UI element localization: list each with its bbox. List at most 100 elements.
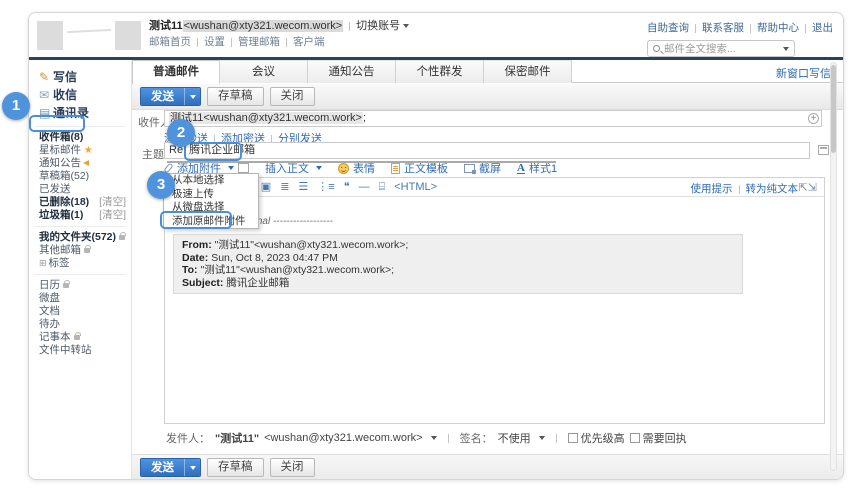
priority-checkbox[interactable]	[568, 433, 578, 443]
search-dropdown-icon[interactable]	[783, 47, 789, 51]
signature-dropdown-icon[interactable]	[539, 436, 545, 440]
to-input[interactable]: 测试11<wushan@xty321.wecom.work>;	[164, 110, 822, 127]
sender-label: 发件人：	[166, 430, 210, 446]
switch-account-link[interactable]: 切换账号	[356, 20, 400, 32]
sender-row: 发件人： "测试11" <wushan@xty321.wecom.work> 签…	[166, 430, 687, 446]
nav-manage-mailbox[interactable]: 管理邮箱	[238, 36, 280, 48]
pencil-icon: ✎	[39, 68, 53, 86]
list-icon[interactable]: ☰	[298, 180, 308, 194]
nav-settings[interactable]: 设置	[204, 36, 225, 48]
usage-tips-link[interactable]: 使用提示	[691, 183, 733, 195]
close-button-bottom[interactable]: 关闭	[270, 458, 315, 477]
sidebar-item-starred[interactable]: 星标邮件 ★	[29, 144, 131, 157]
sidebar-item-announcements[interactable]: 通知公告	[29, 157, 131, 170]
divider	[197, 38, 198, 47]
indent-icon[interactable]: ⋮≡	[317, 180, 334, 194]
receipt-checkbox[interactable]	[630, 433, 640, 443]
link-self-query[interactable]: 自助查询	[647, 22, 689, 34]
link-logout[interactable]: 退出	[812, 22, 833, 34]
image-icon[interactable]: ▣	[261, 180, 271, 194]
save-draft-button-bottom[interactable]: 存草稿	[207, 458, 264, 477]
html-mode-label[interactable]: <HTML>	[394, 180, 437, 194]
chevron-down-icon[interactable]	[403, 24, 409, 28]
sidebar-item-inbox[interactable]: 收件箱(8)	[29, 131, 131, 144]
attachment-dropdown-icon[interactable]	[228, 166, 234, 170]
content-scrollbar[interactable]	[830, 62, 837, 471]
receive-label: 收信	[53, 88, 77, 102]
sidebar-item-docs[interactable]: 文档	[29, 305, 131, 318]
menu-item-local-select[interactable]: 从本地选择	[164, 174, 258, 188]
menu-item-fast-upload[interactable]: 极速上传	[164, 188, 258, 202]
sidebar-item-tags[interactable]: ⊞标签	[29, 257, 131, 270]
new-window-compose-link[interactable]: 新窗口写信	[776, 65, 831, 81]
sidebar-item-todo[interactable]: 待办	[29, 318, 131, 331]
send-label: 发送	[141, 88, 184, 105]
lock-icon	[119, 235, 125, 240]
step-3-annotation: 3	[147, 171, 175, 199]
empty-deleted-link[interactable]: [清空]	[99, 196, 126, 209]
sidebar-item-spam[interactable]: 垃圾箱(1)[清空]	[29, 209, 131, 222]
subject-input[interactable]: Re: 腾讯企业邮箱	[164, 142, 810, 159]
add-recipient-icon[interactable]: +	[808, 113, 819, 124]
divider	[739, 185, 740, 194]
insert-body-dropdown-icon[interactable]	[316, 166, 322, 170]
drafts-label: 草稿箱(52)	[39, 170, 89, 182]
plain-text-link[interactable]: 转为纯文本	[746, 183, 799, 195]
send-dropdown-icon[interactable]	[184, 88, 200, 105]
sender-dropdown-icon[interactable]	[431, 436, 437, 440]
sidebar-item-compose[interactable]: ✎写信	[29, 68, 131, 86]
tab-personalized-mass[interactable]: 个性群发	[396, 60, 484, 83]
sidebar-item-receive[interactable]: ✉收信	[29, 86, 131, 104]
send-button-bottom[interactable]: 发送	[140, 458, 201, 477]
empty-spam-link[interactable]: [清空]	[99, 209, 126, 222]
attachment-pin-icon[interactable]	[238, 163, 249, 173]
mail-icon: ✉	[39, 86, 53, 104]
sidebar-item-contacts[interactable]: ▤通讯录	[29, 104, 131, 122]
link-contact-support[interactable]: 联系客服	[702, 22, 744, 34]
starred-label: 星标邮件	[39, 144, 81, 156]
compose-label: 写信	[53, 70, 77, 84]
save-draft-button[interactable]: 存草稿	[207, 87, 264, 106]
nav-client[interactable]: 客户端	[293, 36, 325, 48]
recipient-chip[interactable]: 测试11<wushan@xty321.wecom.work>	[169, 112, 363, 124]
lock-format-icon[interactable]: ⌸	[379, 180, 386, 194]
scrollbar-thumb[interactable]	[831, 65, 836, 153]
deleted-label: 已删除(18)	[39, 196, 89, 208]
popout-icon[interactable]	[818, 145, 829, 155]
tab-confidential[interactable]: 保密邮件	[484, 60, 572, 83]
sidebar-item-notes[interactable]: 记事本	[29, 331, 131, 344]
sidebar-item-my-folders[interactable]: 我的文件夹(572)	[29, 231, 131, 244]
sidebar-item-calendar[interactable]: 日历	[29, 279, 131, 292]
sidebar-item-other-mailbox[interactable]: 其他邮箱	[29, 244, 131, 257]
tab-meeting[interactable]: 会议	[220, 60, 308, 83]
inbox-label: 收件箱(8)	[39, 131, 83, 143]
align-icon[interactable]: ≣	[280, 180, 289, 194]
quote-icon[interactable]: ❝	[344, 180, 350, 194]
sidebar-item-deleted[interactable]: 已删除(18) [清空]	[29, 196, 131, 209]
sidebar-item-file-transfer[interactable]: 文件中转站	[29, 344, 131, 357]
tab-normal-mail[interactable]: 普通邮件	[132, 60, 220, 84]
account-name: 测试11	[149, 20, 183, 32]
editor-area[interactable]: T⊦ A ▣ ≣ ☰ ⋮≡ ❝ — ⌸ <HTML> 使用提示转为纯文本 ⇱⇲ …	[164, 177, 825, 424]
sidebar-item-drafts[interactable]: 草稿箱(52)	[29, 170, 131, 183]
divider	[286, 38, 287, 47]
hr-icon[interactable]: —	[359, 180, 370, 194]
tab-announcement[interactable]: 通知公告	[308, 60, 396, 83]
send-dropdown-icon[interactable]	[184, 459, 200, 476]
close-button[interactable]: 关闭	[270, 87, 315, 106]
divider	[35, 226, 125, 227]
account-email: <wushan@xty321.wecom.work>	[183, 20, 344, 32]
send-button[interactable]: 发送	[140, 87, 201, 106]
expand-icon[interactable]: ⊞	[39, 258, 47, 268]
menu-item-original-attachment[interactable]: 添加原邮件附件	[164, 215, 258, 229]
divider	[35, 126, 125, 127]
nav-mail-home[interactable]: 邮箱首页	[149, 36, 191, 48]
sidebar-item-sent[interactable]: 已发送	[29, 183, 131, 196]
calendar-label: 日历	[39, 279, 60, 291]
expand-editor-icon[interactable]: ⇱⇲	[799, 181, 817, 194]
menu-item-from-drive[interactable]: 从微盘选择	[164, 201, 258, 215]
recipient-suffix: ;	[363, 112, 366, 124]
search-input[interactable]: 邮件全文搜索...	[647, 40, 795, 57]
sidebar-item-drive[interactable]: 微盘	[29, 292, 131, 305]
link-help-center[interactable]: 帮助中心	[757, 22, 799, 34]
